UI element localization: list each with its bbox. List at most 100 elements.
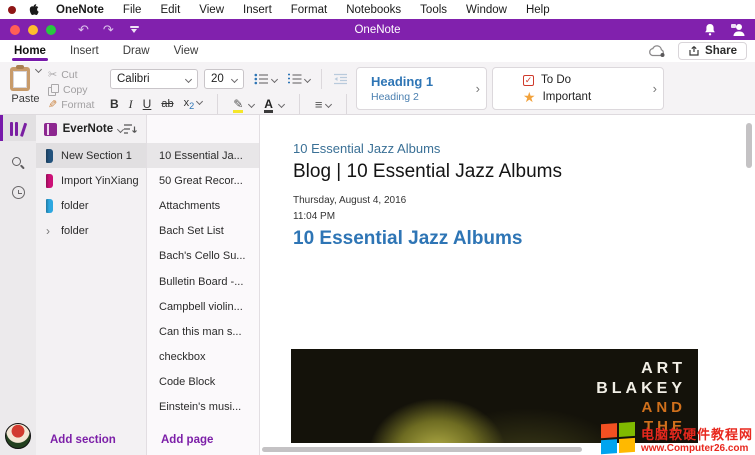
page-item[interactable]: Attachments [147, 193, 259, 218]
font-color-chevron-icon[interactable] [278, 100, 285, 107]
font-size-select[interactable]: 20 [204, 69, 244, 89]
apple-menu-icon[interactable] [28, 3, 40, 16]
alignment-chevron-icon [324, 100, 331, 107]
notifications-bell-icon[interactable] [704, 23, 716, 36]
paste-dropdown-chevron-icon[interactable] [35, 66, 42, 73]
notebooks-icon [9, 121, 27, 136]
search-icon [12, 157, 25, 170]
decrease-indent-icon[interactable] [333, 73, 348, 85]
notebook-switcher[interactable]: EverNote [36, 115, 146, 143]
format-painter-button[interactable]: ✎ Format [48, 98, 94, 112]
subscript-button[interactable]: x2 [184, 97, 203, 111]
section-color-tab [46, 174, 53, 188]
user-avatar[interactable] [5, 423, 31, 449]
bold-button[interactable]: B [110, 97, 119, 111]
paste-clipboard-icon [10, 67, 30, 91]
style-heading2[interactable]: Heading 2 [371, 90, 470, 104]
format-label: Format [61, 98, 94, 112]
menu-item-tools[interactable]: Tools [420, 4, 447, 16]
page-item[interactable]: Bach Set List [147, 219, 259, 244]
vertical-scrollbar-thumb[interactable] [746, 123, 752, 168]
pages-panel: 10 Essential Ja... 50 Great Recor... Att… [147, 115, 260, 455]
font-name-select[interactable]: Calibri [110, 69, 198, 89]
sync-cloud-icon[interactable] [648, 45, 666, 57]
page-title[interactable]: Blog | 10 Essential Jazz Albums [293, 161, 562, 183]
content-heading[interactable]: 10 Essential Jazz Albums [293, 228, 523, 250]
section-item[interactable]: folder [36, 193, 146, 218]
tab-insert[interactable]: Insert [58, 42, 111, 61]
menu-item-file[interactable]: File [123, 4, 142, 16]
alignment-button[interactable]: ≡ [315, 97, 331, 112]
user-account-icon[interactable] [730, 23, 745, 36]
menu-item-help[interactable]: Help [526, 4, 550, 16]
page-item[interactable]: Code Block [147, 370, 259, 395]
paste-button[interactable]: Paste [10, 67, 41, 105]
recent-rail-button[interactable] [0, 186, 36, 199]
search-rail-button[interactable] [0, 157, 36, 170]
numbered-list-button[interactable] [287, 73, 310, 85]
highlight-color-button[interactable]: ✎ [233, 97, 243, 111]
section-item[interactable]: New Section 1 [36, 143, 146, 168]
page-item[interactable]: Campbell violin... [147, 294, 259, 319]
tags-gallery-expand-icon[interactable]: › [651, 81, 663, 96]
copy-icon [48, 84, 59, 96]
strikethrough-button[interactable]: ab [161, 98, 173, 110]
notebooks-rail-button[interactable] [0, 115, 36, 141]
menu-item-insert[interactable]: Insert [243, 4, 272, 16]
page-item[interactable]: Can this man s... [147, 319, 259, 344]
menu-item-notebooks[interactable]: Notebooks [346, 4, 401, 16]
tab-home[interactable]: Home [2, 42, 58, 61]
font-size-value: 20 [211, 73, 224, 85]
menu-item-format[interactable]: Format [291, 4, 327, 16]
menu-item-window[interactable]: Window [466, 4, 507, 16]
styles-gallery[interactable]: Heading 1 Heading 2 › [356, 67, 487, 110]
section-item[interactable]: Import YinXiang [36, 168, 146, 193]
important-star-icon: ★ [523, 91, 536, 103]
page-canvas[interactable]: 10 Essential Jazz Albums Blog | 10 Essen… [260, 115, 755, 455]
section-group-chevron-icon[interactable]: › [46, 224, 53, 238]
numbered-list-icon [287, 73, 302, 85]
watermark-site-name: 电脑软硬件教程网 [641, 424, 753, 443]
notebook-icon [44, 123, 57, 136]
style-heading1[interactable]: Heading 1 [371, 74, 470, 90]
page-item[interactable]: Bulletin Board -... [147, 269, 259, 294]
menu-item-edit[interactable]: Edit [160, 4, 180, 16]
section-color-tab [46, 199, 53, 213]
section-label: New Section 1 [61, 150, 132, 162]
italic-button[interactable]: I [129, 97, 133, 112]
bullet-list-button[interactable] [254, 73, 277, 85]
menu-item-onenote[interactable]: OneNote [56, 4, 104, 16]
page-item[interactable]: checkbox [147, 345, 259, 370]
sort-icon [123, 123, 138, 135]
add-section-button[interactable]: Add section [36, 425, 146, 455]
horizontal-scrollbar-thumb[interactable] [262, 447, 582, 452]
font-color-button[interactable]: A [264, 97, 273, 111]
embedded-link-title[interactable]: 10 Essential Jazz Albums [293, 141, 440, 156]
page-item[interactable]: 10 Essential Ja... [147, 143, 259, 168]
tab-draw[interactable]: Draw [111, 42, 162, 61]
page-item[interactable]: Einstein's musi... [147, 395, 259, 420]
section-group-item[interactable]: › folder [36, 218, 146, 243]
share-button[interactable]: Share [678, 42, 747, 60]
page-item[interactable]: Bach's Cello Su... [147, 244, 259, 269]
copy-button[interactable]: Copy [48, 83, 94, 97]
font-name-chevron-icon [185, 75, 192, 82]
tag-important[interactable]: ★ Important [523, 89, 647, 106]
tag-todo[interactable]: ✓ To Do [523, 72, 647, 89]
section-label: Import YinXiang [61, 175, 139, 187]
page-item[interactable]: 50 Great Recor... [147, 168, 259, 193]
subscript-chevron-icon [196, 98, 203, 105]
underline-button[interactable]: U [143, 97, 152, 111]
styles-gallery-expand-icon[interactable]: › [474, 81, 486, 96]
cut-label: Cut [61, 68, 77, 82]
add-page-button[interactable]: Add page [147, 425, 259, 455]
watermark-site-url: www.Computer26.com [641, 443, 753, 454]
sort-sections-button[interactable] [123, 123, 138, 135]
highlight-color-bar [233, 110, 243, 113]
tab-view[interactable]: View [162, 42, 211, 61]
highlight-chevron-icon[interactable] [248, 100, 255, 107]
font-size-chevron-icon [231, 75, 238, 82]
tags-gallery[interactable]: ✓ To Do ★ Important › [492, 67, 664, 110]
cut-button[interactable]: ✂ Cut [48, 68, 94, 82]
menu-item-view[interactable]: View [199, 4, 224, 16]
